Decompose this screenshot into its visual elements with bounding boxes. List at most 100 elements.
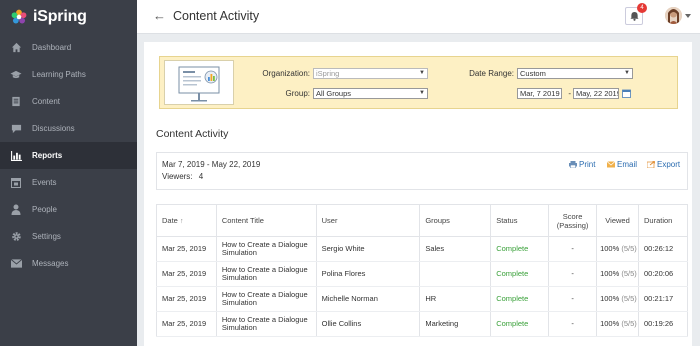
- document-icon: [10, 96, 22, 108]
- column-header-status[interactable]: Status: [490, 204, 549, 237]
- app-logo[interactable]: iSpring: [0, 0, 137, 34]
- user-menu[interactable]: [665, 7, 691, 24]
- column-header-date[interactable]: Date ↑: [156, 204, 217, 237]
- table-row[interactable]: Mar 25, 2019 How to Create a Dialogue Si…: [156, 311, 688, 337]
- sidebar-item-dashboard[interactable]: Dashboard: [0, 34, 137, 61]
- column-header-duration[interactable]: Duration: [637, 204, 688, 237]
- envelope-icon: [10, 258, 22, 270]
- cell-viewed: 100% (5/5): [596, 311, 639, 337]
- cell-groups: HR: [419, 286, 491, 312]
- section-title: Content Activity: [156, 128, 229, 140]
- cell-user[interactable]: Michelle Norman: [315, 286, 420, 312]
- cell-user[interactable]: Ollie Collins: [315, 311, 420, 337]
- date-from-value: Mar, 7 2019: [520, 89, 560, 98]
- date-to-value: May, 22 2019: [576, 89, 619, 98]
- cell-date: Mar 25, 2019: [156, 236, 217, 262]
- date-from-input[interactable]: Mar, 7 2019: [517, 88, 562, 99]
- export-label: Export: [657, 160, 681, 169]
- cell-duration: 00:20:06: [637, 261, 688, 287]
- sidebar-item-people[interactable]: People: [0, 196, 137, 223]
- column-header-user[interactable]: User: [315, 204, 420, 237]
- cell-status: Complete: [490, 311, 549, 337]
- avatar: [665, 7, 682, 24]
- organization-label: Organization:: [262, 69, 310, 78]
- cell-user[interactable]: Sergio White: [315, 236, 420, 262]
- cell-content-title[interactable]: How to Create a Dialogue Simulation: [215, 261, 317, 287]
- cell-status: Complete: [490, 236, 549, 262]
- cell-content-title[interactable]: How to Create a Dialogue Simulation: [215, 311, 317, 337]
- sidebar-item-label: Events: [32, 178, 57, 187]
- date-range-select[interactable]: Custom ▼: [517, 68, 633, 79]
- group-select[interactable]: All Groups ▼: [313, 88, 428, 99]
- email-button[interactable]: Email: [607, 160, 637, 169]
- notifications-button[interactable]: 4: [625, 3, 647, 25]
- calendar-picker-icon[interactable]: [622, 89, 631, 98]
- sidebar-item-label: Discussions: [32, 124, 75, 133]
- cell-status: Complete: [490, 286, 549, 312]
- cell-user[interactable]: Polina Flores: [315, 261, 420, 287]
- sidebar-item-events[interactable]: Events: [0, 169, 137, 196]
- sidebar-item-settings[interactable]: Settings: [0, 223, 137, 250]
- sort-ascending-icon: ↑: [179, 218, 184, 225]
- cell-groups: Marketing: [419, 311, 491, 337]
- print-label: Print: [579, 160, 596, 169]
- cell-date: Mar 25, 2019: [156, 286, 217, 312]
- gear-icon: [10, 231, 22, 243]
- cell-viewed: 100% (5/5): [596, 261, 639, 287]
- sidebar-item-discussions[interactable]: Discussions: [0, 115, 137, 142]
- date-to-input[interactable]: May, 22 2019: [573, 88, 619, 99]
- viewed-percent: 100%: [600, 268, 620, 278]
- date-range-text: Mar 7, 2019 - May 22, 2019: [162, 160, 261, 169]
- cell-duration: 00:21:17: [637, 286, 688, 312]
- viewed-percent: 100%: [600, 243, 620, 253]
- main-content: Organization: iSpring ▼ Group: All Group…: [144, 42, 692, 346]
- sidebar-item-label: Content: [32, 97, 61, 106]
- chat-icon: [10, 123, 22, 135]
- table-row[interactable]: Mar 25, 2019 How to Create a Dialogue Si…: [156, 286, 688, 312]
- group-value: All Groups: [316, 89, 352, 98]
- back-arrow-icon[interactable]: ←: [153, 9, 166, 23]
- chevron-down-icon: [685, 13, 691, 18]
- cell-groups: [419, 261, 491, 287]
- cell-date: Mar 25, 2019: [156, 311, 217, 337]
- sidebar-item-label: People: [32, 205, 57, 214]
- sidebar-item-label: Settings: [32, 232, 61, 241]
- export-button[interactable]: Export: [647, 160, 680, 169]
- sidebar-item-content[interactable]: Content: [0, 88, 137, 115]
- sidebar-item-label: Dashboard: [32, 43, 72, 52]
- cell-viewed: 100% (5/5): [596, 286, 639, 312]
- report-illustration: [164, 60, 234, 105]
- top-bar: ← Content Activity 4: [137, 0, 700, 34]
- table-row[interactable]: Mar 25, 2019 How to Create a Dialogue Si…: [156, 261, 688, 287]
- sidebar-item-reports[interactable]: Reports: [0, 142, 137, 169]
- activity-table: Date ↑ Content Title User Groups Status …: [156, 204, 688, 337]
- cell-content-title[interactable]: How to Create a Dialogue Simulation: [215, 286, 317, 312]
- table-row[interactable]: Mar 25, 2019 How to Create a Dialogue Si…: [156, 236, 688, 262]
- sidebar-item-label: Learning Paths: [32, 70, 86, 79]
- table-header-row: Date ↑ Content Title User Groups Status …: [156, 204, 688, 237]
- notification-count-badge: 4: [637, 3, 647, 13]
- cell-content-title[interactable]: How to Create a Dialogue Simulation: [215, 236, 317, 262]
- sidebar-item-learning-paths[interactable]: Learning Paths: [0, 61, 137, 88]
- column-header-score[interactable]: Score (Passing): [548, 204, 597, 237]
- sidebar: iSpring Dashboard Learning Paths Content…: [0, 0, 137, 346]
- sidebar-item-label: Messages: [32, 259, 69, 268]
- column-header-title[interactable]: Content Title: [215, 204, 317, 237]
- date-range-label: Date Range:: [469, 69, 514, 78]
- page-title: Content Activity: [173, 9, 260, 23]
- date-separator: -: [568, 89, 571, 98]
- email-label: Email: [617, 160, 638, 169]
- organization-select[interactable]: iSpring ▼: [313, 68, 428, 79]
- viewed-percent: 100%: [600, 318, 620, 328]
- bell-icon: [629, 11, 639, 21]
- filter-panel: Organization: iSpring ▼ Group: All Group…: [159, 56, 678, 109]
- print-button[interactable]: Print: [569, 160, 595, 169]
- column-header-viewed[interactable]: Viewed: [596, 204, 639, 237]
- sidebar-item-messages[interactable]: Messages: [0, 250, 137, 277]
- column-header-groups[interactable]: Groups: [419, 204, 491, 237]
- cell-score: -: [548, 261, 597, 287]
- envelope-icon: [607, 161, 615, 168]
- viewers-summary: Viewers: 4: [162, 172, 203, 181]
- sidebar-item-label: Reports: [32, 151, 63, 160]
- cell-date: Mar 25, 2019: [156, 261, 217, 287]
